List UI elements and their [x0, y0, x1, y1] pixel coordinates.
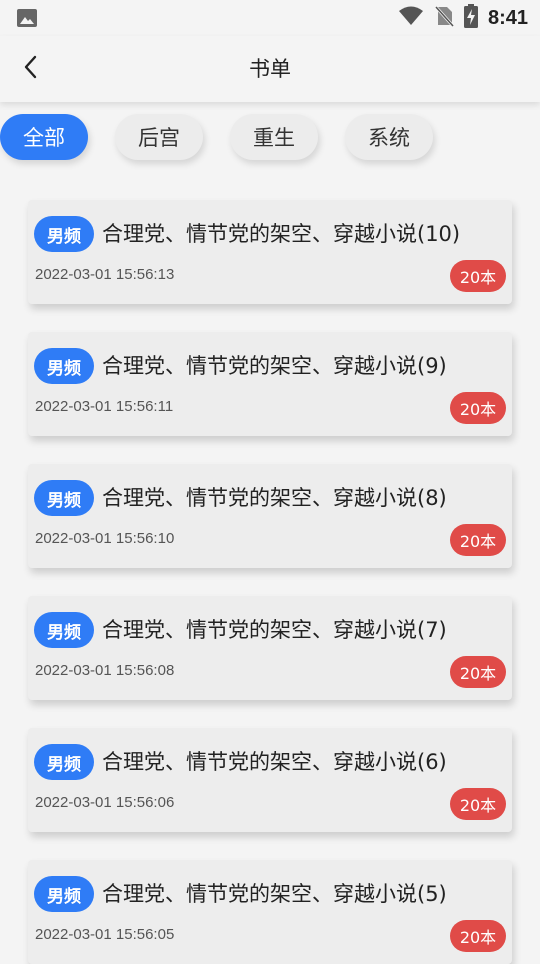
list-item-time: 2022-03-01 15:56:05 [35, 926, 175, 943]
category-badge: 男频 [34, 612, 94, 648]
list-item-time: 2022-03-01 15:56:10 [35, 530, 175, 547]
tab-all[interactable]: 全部 [0, 114, 88, 160]
list-item-title: 合理党、情节党的架空、穿越小说(10) [102, 222, 461, 246]
list-item-title: 合理党、情节党的架空、穿越小说(6) [102, 750, 447, 774]
no-sim-icon [434, 5, 455, 31]
category-badge: 男频 [34, 876, 94, 912]
category-badge: 男频 [34, 744, 94, 780]
tab-system[interactable]: 系统 [345, 114, 433, 160]
list-item[interactable]: 男频 合理党、情节党的架空、穿越小说(7) 2022-03-01 15:56:0… [28, 596, 512, 700]
list-item-title: 合理党、情节党的架空、穿越小说(8) [102, 486, 447, 510]
list-item-time: 2022-03-01 15:56:06 [35, 794, 175, 811]
book-count-badge: 20本 [450, 260, 506, 292]
category-badge: 男频 [34, 348, 94, 384]
list-item[interactable]: 男频 合理党、情节党的架空、穿越小说(8) 2022-03-01 15:56:1… [28, 464, 512, 568]
list-item-title: 合理党、情节党的架空、穿越小说(9) [102, 354, 447, 378]
list-item[interactable]: 男频 合理党、情节党的架空、穿越小说(10) 2022-03-01 15:56:… [28, 200, 512, 304]
list-item[interactable]: 男频 合理党、情节党的架空、穿越小说(5) 2022-03-01 15:56:0… [28, 860, 512, 964]
category-badge: 男频 [34, 480, 94, 516]
status-icons: 8:41 [398, 4, 528, 32]
app-bar: 书单 [0, 36, 540, 102]
book-count-badge: 20本 [450, 656, 506, 688]
book-count-badge: 20本 [450, 788, 506, 820]
list-item[interactable]: 男频 合理党、情节党的架空、穿越小说(6) 2022-03-01 15:56:0… [28, 728, 512, 832]
list-item-title: 合理党、情节党的架空、穿越小说(5) [102, 882, 447, 906]
book-count-badge: 20本 [450, 524, 506, 556]
list-item-title: 合理党、情节党的架空、穿越小说(7) [102, 618, 447, 642]
category-badge: 男频 [34, 216, 94, 252]
page-title: 书单 [249, 57, 291, 81]
category-tabs: 全部 后宫 重生 系统 [0, 114, 540, 164]
book-count-badge: 20本 [450, 920, 506, 952]
back-button[interactable] [14, 52, 48, 86]
list-item-time: 2022-03-01 15:56:11 [35, 398, 174, 415]
image-icon [16, 8, 38, 28]
tab-harem[interactable]: 后宫 [115, 114, 203, 160]
wifi-icon [398, 6, 424, 30]
status-time: 8:41 [487, 6, 528, 29]
list-item[interactable]: 男频 合理党、情节党的架空、穿越小说(9) 2022-03-01 15:56:1… [28, 332, 512, 436]
tab-rebirth[interactable]: 重生 [230, 114, 318, 160]
battery-charging-icon [463, 4, 478, 32]
status-bar: 8:41 [0, 0, 540, 36]
list-item-time: 2022-03-01 15:56:13 [35, 266, 175, 283]
list-item-time: 2022-03-01 15:56:08 [35, 662, 175, 679]
book-count-badge: 20本 [450, 392, 506, 424]
chevron-left-icon [23, 54, 39, 84]
